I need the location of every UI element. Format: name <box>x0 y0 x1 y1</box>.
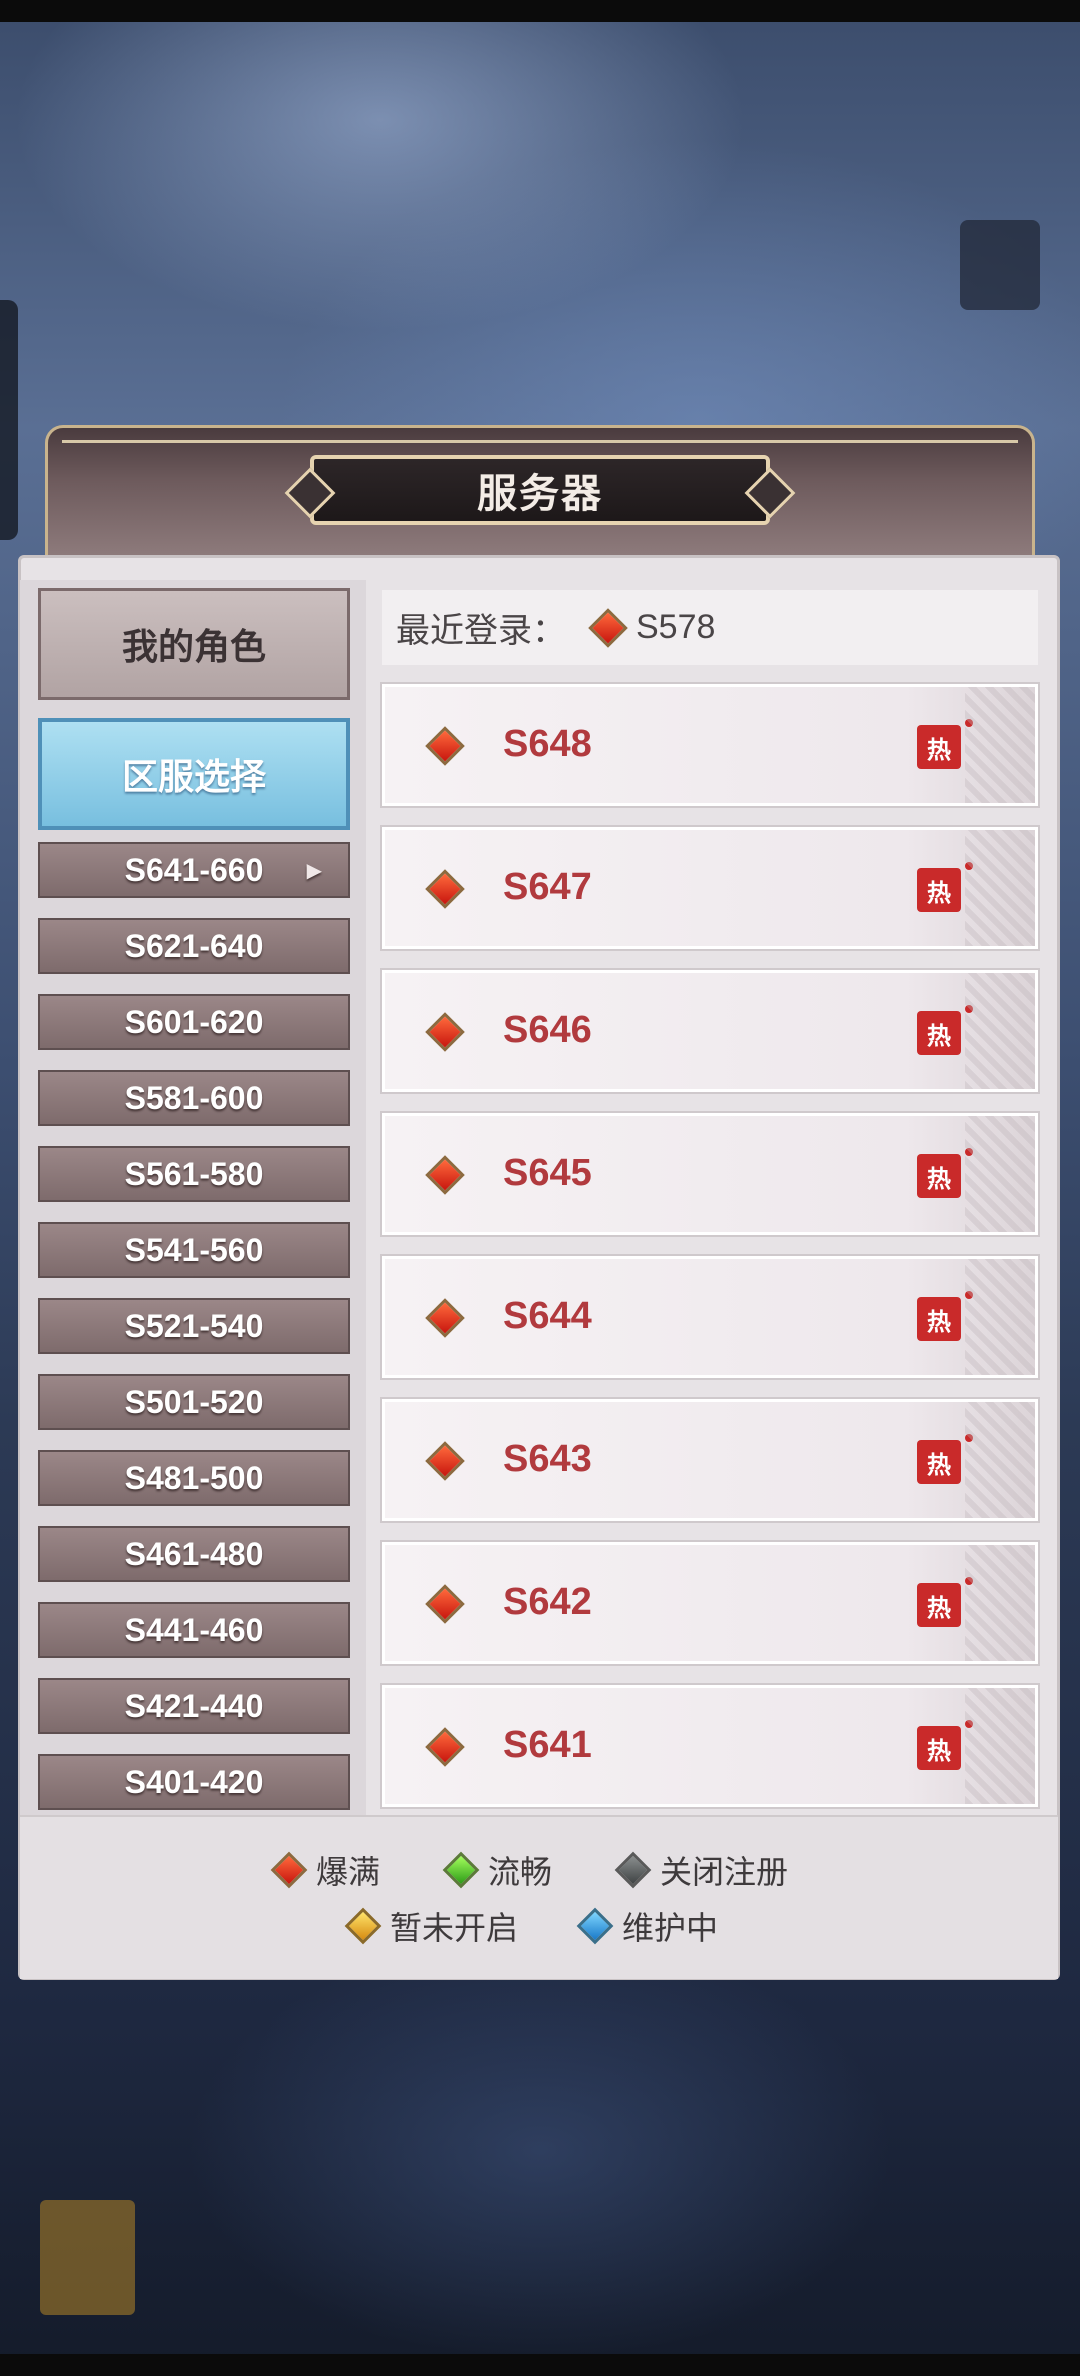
range-button[interactable]: S521-540 <box>38 1298 350 1354</box>
row-texture <box>965 687 1035 803</box>
range-button[interactable]: S501-520 <box>38 1374 350 1430</box>
range-button[interactable]: S601-620 <box>38 994 350 1050</box>
status-bar <box>0 0 1080 22</box>
range-label: S441-460 <box>124 1611 264 1648</box>
server-row[interactable]: S642 热 <box>380 1540 1040 1666</box>
green-gem-icon <box>442 1851 480 1889</box>
server-name: S648 <box>503 723 592 765</box>
range-label: S621-640 <box>124 927 264 964</box>
gray-gem-icon <box>614 1851 652 1889</box>
hot-badge: 热 <box>917 1720 973 1770</box>
legend-item: 暂未开启 <box>344 1903 519 1949</box>
row-texture <box>965 973 1035 1089</box>
background-menu-button <box>960 220 1040 310</box>
range-button-selected[interactable]: S641-660 ▶ <box>38 842 350 898</box>
blue-gem-icon <box>576 1907 614 1945</box>
navigation-bar <box>0 2354 1080 2376</box>
range-button[interactable]: S561-580 <box>38 1146 350 1202</box>
status-legend: 爆满 流畅 关闭注册 暂未开启 维护中 <box>20 1815 1058 1979</box>
row-texture <box>965 1688 1035 1804</box>
server-name: S643 <box>503 1438 592 1480</box>
row-texture <box>965 1116 1035 1232</box>
red-gem-icon <box>425 726 465 766</box>
red-gem-icon <box>425 1584 465 1624</box>
legend-label: 暂未开启 <box>390 1910 519 1946</box>
dialog-title: 服务器 <box>477 472 603 516</box>
range-label: S521-540 <box>124 1307 264 1344</box>
range-button[interactable]: S461-480 <box>38 1526 350 1582</box>
range-button[interactable]: S401-420 <box>38 1754 350 1810</box>
range-button[interactable]: S541-560 <box>38 1222 350 1278</box>
range-button[interactable]: S581-600 <box>38 1070 350 1126</box>
red-gem-icon <box>425 1441 465 1481</box>
server-name: S646 <box>503 1009 592 1051</box>
hot-badge: 热 <box>917 1005 973 1055</box>
row-texture <box>965 1402 1035 1518</box>
server-row[interactable]: S645 热 <box>380 1111 1040 1237</box>
range-button[interactable]: S621-640 <box>38 918 350 974</box>
red-gem-icon <box>425 1727 465 1767</box>
my-role-label: 我的角色 <box>121 626 266 667</box>
range-button[interactable]: S421-440 <box>38 1678 350 1734</box>
row-texture <box>965 830 1035 946</box>
server-row[interactable]: S641 热 <box>380 1683 1040 1809</box>
server-row[interactable]: S647 热 <box>380 825 1040 951</box>
legend-label: 爆满 <box>316 1854 381 1890</box>
legend-label: 关闭注册 <box>660 1854 789 1890</box>
server-name: S641 <box>503 1724 592 1766</box>
row-texture <box>965 1259 1035 1375</box>
legend-item: 爆满 <box>270 1847 381 1893</box>
dialog-title-plate: 服务器 <box>284 455 796 525</box>
server-select-label: 区服选择 <box>121 756 266 797</box>
recent-login-bar[interactable]: 最近登录： S578 <box>382 590 1038 665</box>
red-gem-icon <box>270 1851 308 1889</box>
hot-badge: 热 <box>917 1291 973 1341</box>
range-label: S501-520 <box>124 1383 264 1420</box>
legend-label: 维护中 <box>622 1910 719 1946</box>
server-row[interactable]: S646 热 <box>380 968 1040 1094</box>
hot-badge: 热 <box>917 1434 973 1484</box>
range-label: S561-580 <box>124 1155 264 1192</box>
recent-server-name: S578 <box>636 608 716 646</box>
recent-login-label: 最近登录： <box>396 612 566 650</box>
server-name: S645 <box>503 1152 592 1194</box>
server-select-button[interactable]: 区服选择 <box>38 718 350 830</box>
caret-right-icon: ▶ <box>306 860 322 882</box>
row-texture <box>965 1545 1035 1661</box>
server-name: S642 <box>503 1581 592 1623</box>
range-label: S461-480 <box>124 1535 264 1572</box>
hot-badge: 热 <box>917 719 973 769</box>
red-gem-icon <box>425 1298 465 1338</box>
server-row[interactable]: S644 热 <box>380 1254 1040 1380</box>
legend-item: 维护中 <box>576 1903 719 1949</box>
red-gem-icon <box>425 869 465 909</box>
range-label: S641-660 <box>124 851 264 888</box>
red-gem-icon <box>425 1155 465 1195</box>
hot-badge: 热 <box>917 862 973 912</box>
legend-label: 流畅 <box>488 1854 553 1890</box>
range-label: S481-500 <box>124 1459 264 1496</box>
red-gem-icon <box>588 607 628 648</box>
range-label: S541-560 <box>124 1231 264 1268</box>
range-button[interactable]: S441-460 <box>38 1602 350 1658</box>
my-role-button[interactable]: 我的角色 <box>38 588 350 700</box>
background-deco-icon <box>40 2200 135 2315</box>
hot-badge: 热 <box>917 1148 973 1198</box>
yellow-gem-icon <box>344 1907 382 1945</box>
range-label: S581-600 <box>124 1079 264 1116</box>
server-name: S647 <box>503 866 592 908</box>
range-label: S601-620 <box>124 1003 264 1040</box>
red-gem-icon <box>425 1012 465 1052</box>
range-label: S401-420 <box>124 1763 264 1800</box>
server-name: S644 <box>503 1295 592 1337</box>
server-row[interactable]: S643 热 <box>380 1397 1040 1523</box>
server-row[interactable]: S648 热 <box>380 682 1040 808</box>
range-label: S421-440 <box>124 1687 264 1724</box>
legend-item: 关闭注册 <box>614 1847 789 1893</box>
legend-item: 流畅 <box>442 1847 553 1893</box>
side-pull-tab[interactable] <box>0 300 18 540</box>
hot-badge: 热 <box>917 1577 973 1627</box>
range-button[interactable]: S481-500 <box>38 1450 350 1506</box>
